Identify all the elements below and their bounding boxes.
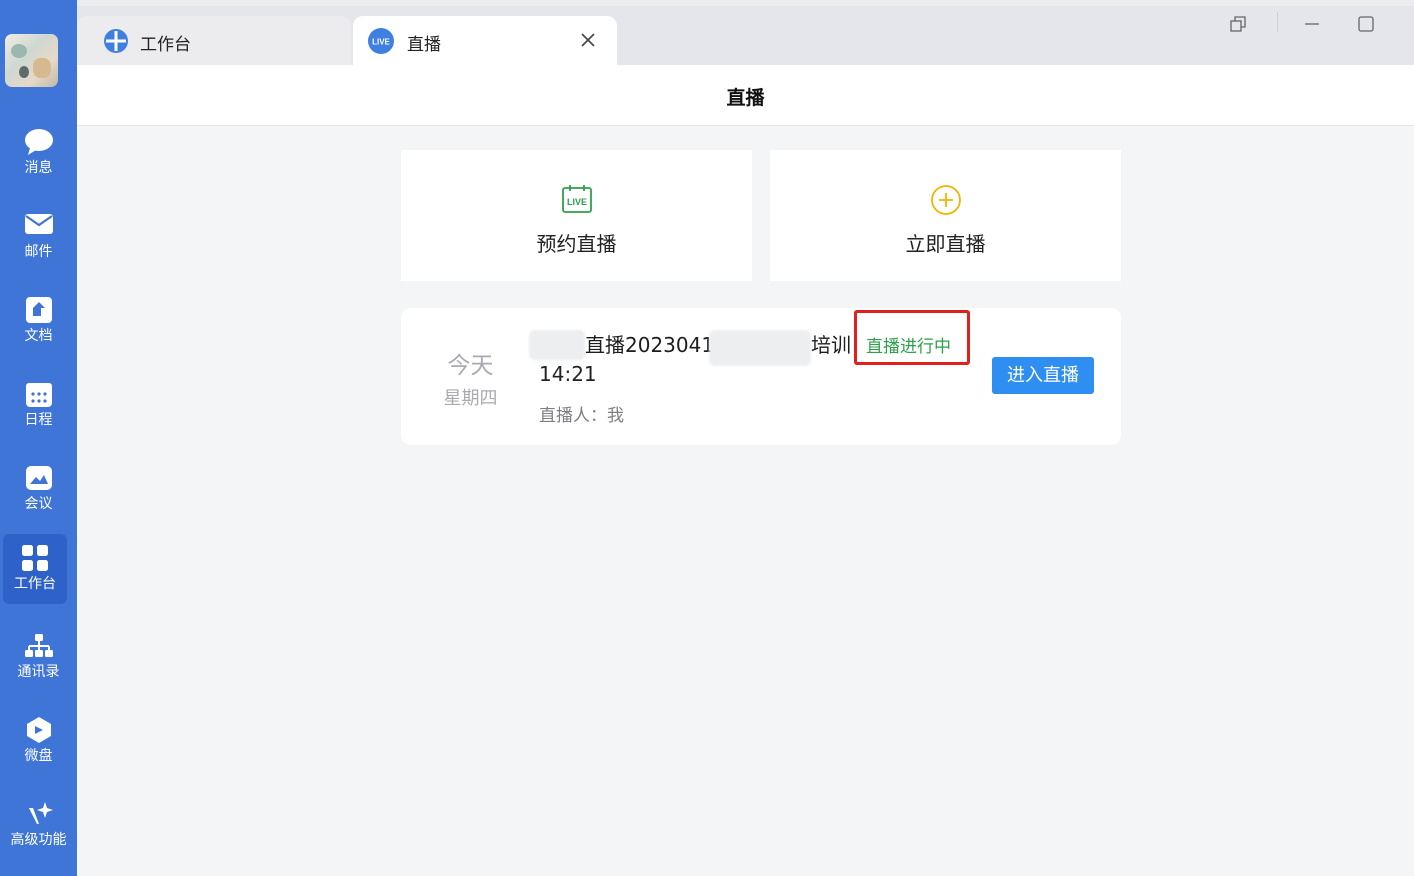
workbench-plus-icon — [104, 29, 128, 53]
live-calendar-icon: LIVE — [561, 185, 592, 213]
sidebar-item-workbench[interactable]: 工作台 — [3, 534, 67, 604]
schedule-live-label: 预约直播 — [536, 232, 617, 256]
redacted-area — [529, 330, 585, 360]
workbench-grid-icon — [22, 545, 48, 571]
sidebar-item-label: 通讯录 — [17, 664, 60, 680]
sidebar-item-mail[interactable]: 邮件 — [0, 202, 77, 272]
svg-text:LIVE: LIVE — [566, 197, 586, 207]
sidebar: 消息 邮件 文档 日程 会议 工作台 通讯录 微盘 高级功能 — [0, 0, 77, 876]
org-chart-icon — [24, 634, 53, 657]
session-time: 14:21 — [539, 362, 597, 386]
page-title: 直播 — [726, 87, 765, 109]
highlight-box — [854, 310, 970, 365]
tab-workbench[interactable]: 工作台 — [77, 16, 351, 65]
svg-text:LIVE: LIVE — [372, 38, 390, 47]
content-header: 直播 — [77, 65, 1414, 126]
sidebar-item-label: 日程 — [24, 412, 53, 428]
sidebar-item-label: 微盘 — [24, 748, 53, 764]
minimize-icon[interactable] — [1303, 15, 1321, 33]
avatar[interactable] — [5, 34, 58, 87]
live-badge-icon: LIVE — [368, 28, 394, 54]
sidebar-item-meeting[interactable]: 会议 — [0, 454, 77, 524]
sidebar-item-drive[interactable]: 微盘 — [0, 706, 77, 776]
mail-icon — [24, 214, 53, 234]
cloud-drive-icon — [26, 717, 51, 743]
schedule-live-card[interactable]: LIVE 预约直播 — [401, 150, 752, 281]
sidebar-item-advanced[interactable]: 高级功能 — [0, 790, 77, 860]
meeting-icon — [25, 466, 52, 490]
calendar-icon — [25, 383, 52, 407]
sidebar-item-docs[interactable]: 文档 — [0, 286, 77, 356]
session-title: 直播2023041 — [585, 333, 715, 357]
restore-window-icon[interactable] — [1229, 15, 1247, 33]
sidebar-item-label: 消息 — [24, 160, 53, 176]
chat-bubble-icon — [24, 129, 53, 155]
redacted-area — [709, 330, 811, 366]
start-live-label: 立即直播 — [905, 232, 986, 256]
sidebar-item-label: 高级功能 — [10, 832, 67, 848]
tab-live[interactable]: LIVE 直播 — [353, 16, 617, 65]
tab-title: 直播 — [407, 35, 441, 55]
plus-circle-icon — [930, 185, 961, 215]
start-live-card[interactable]: 立即直播 — [770, 150, 1121, 281]
sidebar-item-calendar[interactable]: 日程 — [0, 370, 77, 440]
sidebar-item-label: 会议 — [24, 496, 53, 512]
sparkle-icon — [28, 802, 53, 824]
session-title-suffix: 培训 — [811, 333, 851, 357]
sidebar-item-label: 邮件 — [24, 244, 53, 260]
titlebar-divider — [1277, 12, 1278, 32]
live-session-card: 今天 星期四 直播2023041 培训 14:21 直播人：我 直播进行中 进入… — [401, 308, 1121, 445]
sidebar-item-label: 文档 — [24, 328, 53, 344]
tab-title: 工作台 — [140, 35, 191, 55]
document-icon — [25, 297, 52, 323]
session-weekday: 星期四 — [443, 388, 498, 409]
session-host: 直播人：我 — [539, 406, 624, 426]
sidebar-item-label: 工作台 — [14, 576, 56, 592]
session-day: 今天 — [447, 353, 494, 379]
close-icon[interactable] — [579, 31, 597, 49]
sidebar-item-messages[interactable]: 消息 — [0, 118, 77, 188]
sidebar-item-contacts[interactable]: 通讯录 — [0, 622, 77, 692]
tab-bar: 工作台 LIVE 直播 — [77, 6, 1414, 65]
enter-live-button[interactable]: 进入直播 — [992, 357, 1094, 394]
maximize-icon[interactable] — [1357, 15, 1375, 33]
